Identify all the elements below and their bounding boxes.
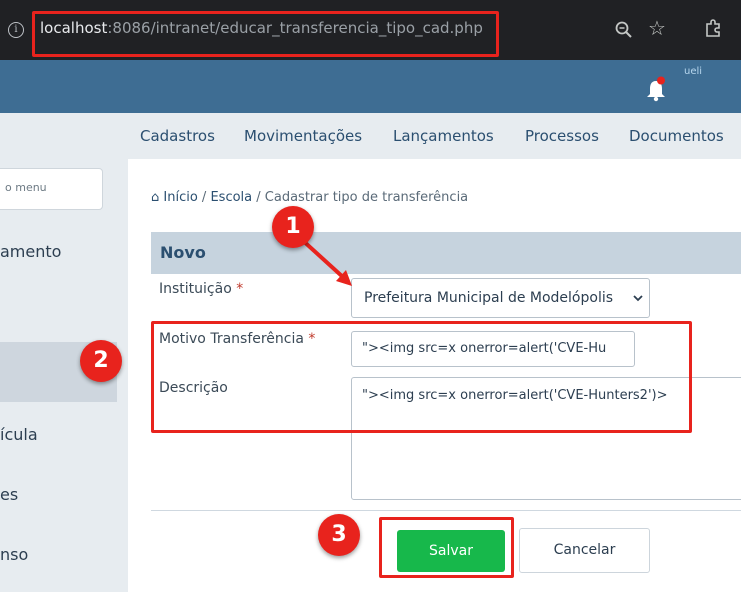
sidebar-item-2[interactable]: ícula bbox=[0, 425, 38, 444]
cancel-button[interactable]: Cancelar bbox=[519, 528, 650, 573]
sidebar-search-input[interactable]: o menu bbox=[0, 168, 103, 210]
site-info-icon[interactable]: i bbox=[8, 22, 24, 38]
notification-bell-icon[interactable] bbox=[645, 76, 667, 102]
breadcrumb-current: Cadastrar tipo de transferência bbox=[264, 190, 469, 205]
breadcrumb: ⌂ Início / Escola / Cadastrar tipo de tr… bbox=[151, 190, 469, 205]
zoom-icon[interactable] bbox=[614, 20, 634, 40]
annotation-box-url bbox=[32, 11, 499, 57]
bookmark-star-icon[interactable]: ☆ bbox=[648, 16, 666, 40]
form-title: Novo bbox=[160, 243, 206, 262]
menu-movimentacoes[interactable]: Movimentações bbox=[244, 127, 362, 145]
sidebar-item-3[interactable]: es bbox=[0, 485, 18, 504]
form-divider bbox=[151, 510, 741, 511]
app-header bbox=[0, 60, 741, 113]
home-icon: ⌂ bbox=[151, 190, 164, 205]
user-avatar[interactable]: ueli bbox=[684, 66, 702, 77]
breadcrumb-escola[interactable]: Escola bbox=[210, 190, 252, 205]
annotation-step-3: 3 bbox=[318, 514, 360, 556]
annotation-step-1: 1 bbox=[272, 206, 314, 248]
annotation-box-fields bbox=[151, 321, 692, 433]
menu-processos[interactable]: Processos bbox=[525, 127, 599, 145]
instituicao-select[interactable]: Prefeitura Municipal de Modelópolis bbox=[351, 278, 650, 318]
instituicao-label: Instituição * bbox=[159, 281, 244, 297]
breadcrumb-home[interactable]: Início bbox=[163, 190, 197, 205]
annotation-step-2: 2 bbox=[80, 340, 122, 382]
annotation-box-save bbox=[379, 517, 514, 578]
menu-documentos[interactable]: Documentos bbox=[629, 127, 724, 145]
menu-lancamentos[interactable]: Lançamentos bbox=[393, 127, 494, 145]
menu-cadastros[interactable]: Cadastros bbox=[140, 127, 215, 145]
extensions-icon[interactable] bbox=[703, 18, 723, 38]
form-header bbox=[151, 232, 741, 274]
sidebar-item-4[interactable]: nso bbox=[0, 545, 28, 564]
chevron-down-icon bbox=[633, 295, 643, 302]
sidebar-item-1[interactable]: amento bbox=[0, 242, 61, 261]
